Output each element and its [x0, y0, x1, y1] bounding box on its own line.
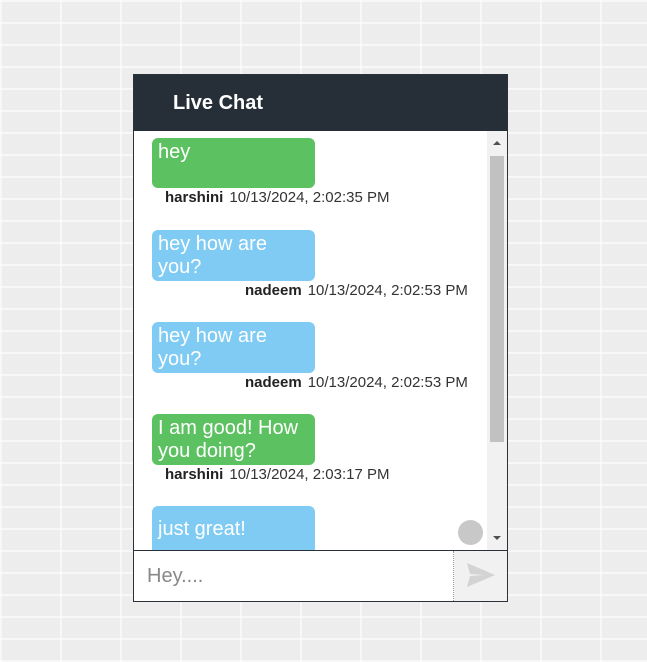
message-sender: nadeem	[245, 282, 302, 299]
message-sender: harshini	[165, 189, 224, 206]
message-bubble: just great!	[152, 506, 315, 550]
message-meta: nadeem 10/13/2024, 2:02:53 PM	[245, 374, 468, 391]
message-bubble: I am good! How you doing?	[152, 414, 315, 465]
message-list[interactable]: hey harshini 10/13/2024, 2:02:35 PM hey h…	[134, 131, 487, 550]
message-input[interactable]	[134, 551, 454, 601]
send-icon	[466, 562, 496, 591]
message-timestamp: 10/13/2024, 2:02:53 PM	[307, 282, 468, 299]
chat-body[interactable]: hey harshini 10/13/2024, 2:02:35 PM hey h…	[134, 131, 507, 550]
message-item: just great!	[152, 506, 487, 550]
message-meta: harshini 10/13/2024, 2:03:17 PM	[152, 466, 487, 483]
message-item: hey harshini 10/13/2024, 2:02:35 PM	[152, 138, 487, 206]
message-timestamp: 10/13/2024, 2:03:17 PM	[229, 466, 390, 483]
vertical-scrollbar[interactable]	[487, 131, 507, 550]
chat-header: Live Chat	[134, 75, 507, 131]
message-sender: harshini	[165, 466, 224, 483]
message-timestamp: 10/13/2024, 2:02:53 PM	[307, 374, 468, 391]
message-sender: nadeem	[245, 374, 302, 391]
message-item: hey how are you? nadeem 10/13/2024, 2:02:…	[152, 322, 487, 391]
scrollbar-thumb[interactable]	[490, 156, 504, 442]
chat-title: Live Chat	[173, 91, 264, 114]
message-bubble: hey	[152, 138, 315, 188]
scroll-down-arrow-icon[interactable]	[487, 528, 507, 548]
message-item: hey how are you? nadeem 10/13/2024, 2:02:…	[152, 230, 487, 299]
send-button[interactable]	[454, 551, 507, 601]
chat-footer	[134, 550, 507, 601]
message-meta: harshini 10/13/2024, 2:02:35 PM	[152, 189, 487, 206]
scroll-up-arrow-icon[interactable]	[487, 133, 507, 153]
message-meta: nadeem 10/13/2024, 2:02:53 PM	[245, 282, 468, 299]
scroll-to-bottom-button[interactable]	[458, 520, 483, 545]
message-timestamp: 10/13/2024, 2:02:35 PM	[229, 189, 390, 206]
chat-widget: Live Chat hey harshini 10/13/2024, 2:02:3…	[133, 74, 508, 602]
message-bubble: hey how are you?	[152, 322, 315, 373]
message-bubble: hey how are you?	[152, 230, 315, 281]
message-item: I am good! How you doing? harshini 10/13/…	[152, 414, 487, 483]
